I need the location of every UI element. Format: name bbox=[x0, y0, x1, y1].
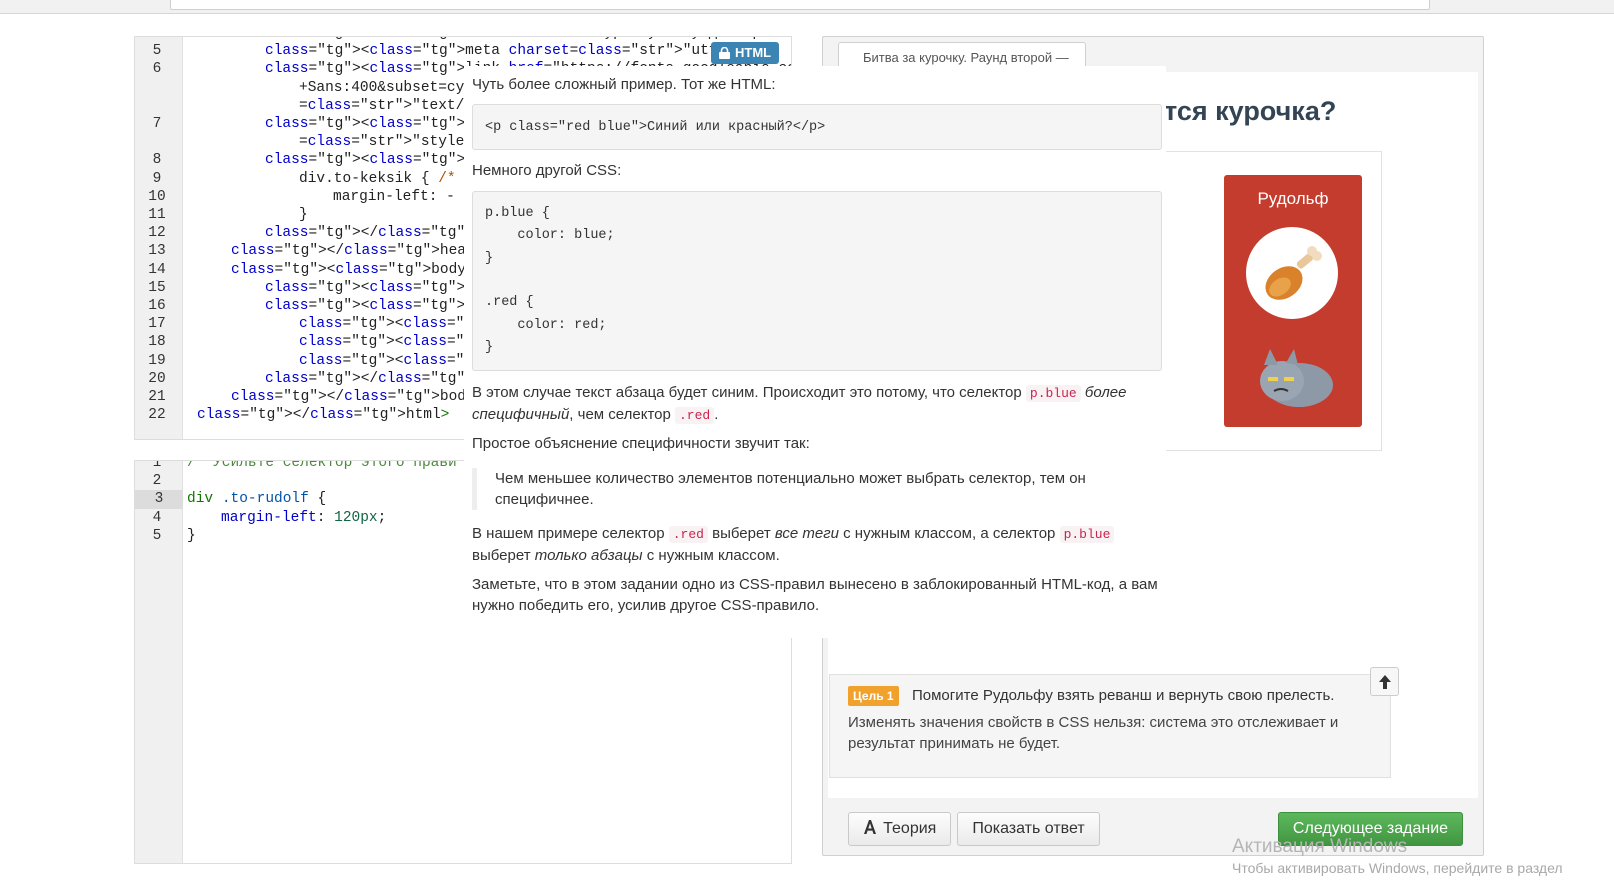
line-number: 5 bbox=[152, 527, 162, 544]
code-block-css-line: color: red; bbox=[485, 317, 607, 333]
line-number: 7 bbox=[152, 116, 162, 132]
code-text: div .to-rudolf { bbox=[187, 491, 327, 508]
code-text: class="tg"><class="tg">meta charset=clas… bbox=[265, 43, 752, 60]
code-block-css: p.blue { color: blue;} .red { color: red;… bbox=[472, 191, 1162, 371]
code-text: +Sans:400&subset=cy bbox=[299, 79, 465, 96]
code-text: class="tg"><class="tg">body> bbox=[231, 261, 475, 278]
code-text: div.to-keksik { /* bbox=[299, 170, 456, 187]
chicken-leg-icon bbox=[1265, 246, 1322, 300]
line-number: 15 bbox=[148, 279, 166, 296]
line-number: 22 bbox=[148, 407, 166, 424]
inline-code: p.blue bbox=[1025, 385, 1081, 402]
chicken-circle bbox=[1246, 227, 1338, 319]
cat-card-rudolf: Рудольф bbox=[1224, 175, 1362, 427]
windows-activation-subtitle: Чтобы активировать Windows, перейдите в … bbox=[1232, 860, 1563, 876]
line-number: 9 bbox=[152, 170, 162, 187]
line-number: 2 bbox=[152, 473, 162, 490]
line-number: 10 bbox=[148, 188, 166, 205]
windows-activation-title: Активация Windows bbox=[1232, 836, 1408, 857]
line-number: 5 bbox=[152, 43, 162, 60]
lock-icon bbox=[719, 47, 730, 59]
font-icon bbox=[863, 820, 876, 834]
theory-p5-text: с нужным классом, а селектор bbox=[838, 525, 1060, 542]
line-number: 19 bbox=[148, 352, 166, 369]
html-locked-badge: HTML bbox=[711, 42, 780, 64]
browser-toolbar bbox=[0, 0, 1614, 14]
theory-p5: В нашем примере селектор .red выберет вс… bbox=[472, 523, 1162, 566]
scroll-up-button[interactable] bbox=[1370, 667, 1399, 696]
theory-p2: Немного другой CSS: bbox=[472, 162, 622, 179]
code-text: } bbox=[187, 527, 196, 544]
emphasis: только абзацы bbox=[534, 547, 643, 564]
theory-p6: Заметьте, что в этом задании одно из CSS… bbox=[472, 576, 1158, 614]
line-number: 13 bbox=[148, 243, 166, 260]
code-block-css-line: p.blue { bbox=[485, 206, 550, 221]
code-block-html-line: <p class="red blue">Синий или красный?</… bbox=[485, 120, 826, 135]
theory-p4: Простое объяснение специфичности звучит … bbox=[472, 435, 810, 452]
code-block-css-line: } bbox=[485, 250, 494, 266]
show-answer-label: Показать ответ bbox=[972, 820, 1085, 837]
goal-text: Помогите Рудольфу взять реванш и вернуть… bbox=[912, 687, 1335, 704]
theory-button-label: Теория bbox=[883, 820, 937, 837]
html-badge-label: HTML bbox=[735, 45, 772, 60]
line-number: 8 bbox=[152, 152, 162, 169]
code-text: /* Усильте селектор этого прави bbox=[187, 460, 457, 471]
line-number: 4 bbox=[152, 509, 162, 526]
line-number: 1 bbox=[152, 460, 162, 471]
theory-p1: Чуть более сложный пример. Тот же HTML: bbox=[472, 76, 776, 93]
cat-icon bbox=[1260, 349, 1333, 407]
line-number: 18 bbox=[148, 334, 166, 351]
next-task-label: Следующее задание bbox=[1292, 820, 1449, 837]
theory-popup: Чуть более сложный пример. Тот же HTML: … bbox=[464, 66, 1166, 638]
blockquote: Чем меньшее количество элементов потенци… bbox=[472, 468, 1112, 510]
code-block-html: <p class="red blue">Синий или красный?</… bbox=[472, 104, 1162, 150]
theory-p5-text: с нужным классом. bbox=[642, 547, 780, 564]
code-text: class="tg"></class="tg">html> bbox=[197, 407, 450, 424]
address-bar[interactable] bbox=[170, 0, 1430, 10]
line-number: 12 bbox=[148, 225, 166, 242]
theory-p5-text: выберет bbox=[472, 547, 535, 564]
goal-note: Изменять значения свойств в CSS нельзя: … bbox=[848, 714, 1339, 752]
show-answer-button[interactable]: Показать ответ bbox=[957, 812, 1100, 846]
html-code-line: 5 class="tg"><class="tg">meta charset=cla… bbox=[135, 42, 791, 61]
code-text: margin-left: - bbox=[333, 188, 455, 205]
theory-p3-text: В этом случае текст абзаца будет синим. … bbox=[472, 384, 1026, 401]
line-number: 14 bbox=[148, 261, 166, 278]
theory-p3-text: . bbox=[714, 406, 719, 423]
line-number: 17 bbox=[148, 316, 166, 333]
line-number: 21 bbox=[148, 389, 166, 405]
emphasis: все теги bbox=[774, 525, 839, 542]
preview-heading: тся курочка? bbox=[1164, 96, 1337, 126]
preview-tab-title: Битва за курочку. Раунд второй — bbox=[863, 50, 1069, 65]
line-number: 20 bbox=[148, 370, 166, 387]
code-text: } bbox=[299, 207, 308, 223]
theory-button[interactable]: Теория bbox=[848, 812, 951, 846]
code-block-css-line: color: blue; bbox=[485, 228, 615, 244]
inline-code: .red bbox=[675, 407, 715, 424]
code-block-css-line: .red { bbox=[485, 295, 534, 311]
code-text: class="tg"></class="tg">body> bbox=[231, 389, 483, 405]
arrow-up-icon bbox=[1378, 675, 1391, 689]
theory-p3: В этом случае текст абзаца будет синим. … bbox=[472, 382, 1162, 426]
line-number: 16 bbox=[148, 298, 166, 314]
theory-p5-text: В нашем примере селектор bbox=[472, 525, 669, 542]
theory-p5-text: выберет bbox=[707, 525, 775, 542]
inline-code: p.blue bbox=[1059, 526, 1115, 543]
theory-p3-text: , чем селектор bbox=[569, 406, 675, 423]
code-text: margin-left: 120px; bbox=[221, 509, 387, 526]
code-block-css-line: } bbox=[485, 339, 494, 355]
cat-name: Рудольф bbox=[1257, 189, 1329, 208]
line-number: 11 bbox=[148, 207, 166, 223]
inline-code: .red bbox=[668, 526, 708, 543]
line-number: 3 bbox=[135, 490, 183, 509]
code-text: class="tg"></class="tg">head> bbox=[231, 243, 483, 260]
line-number: 6 bbox=[152, 61, 162, 78]
goal-badge: Цель 1 bbox=[848, 686, 899, 706]
